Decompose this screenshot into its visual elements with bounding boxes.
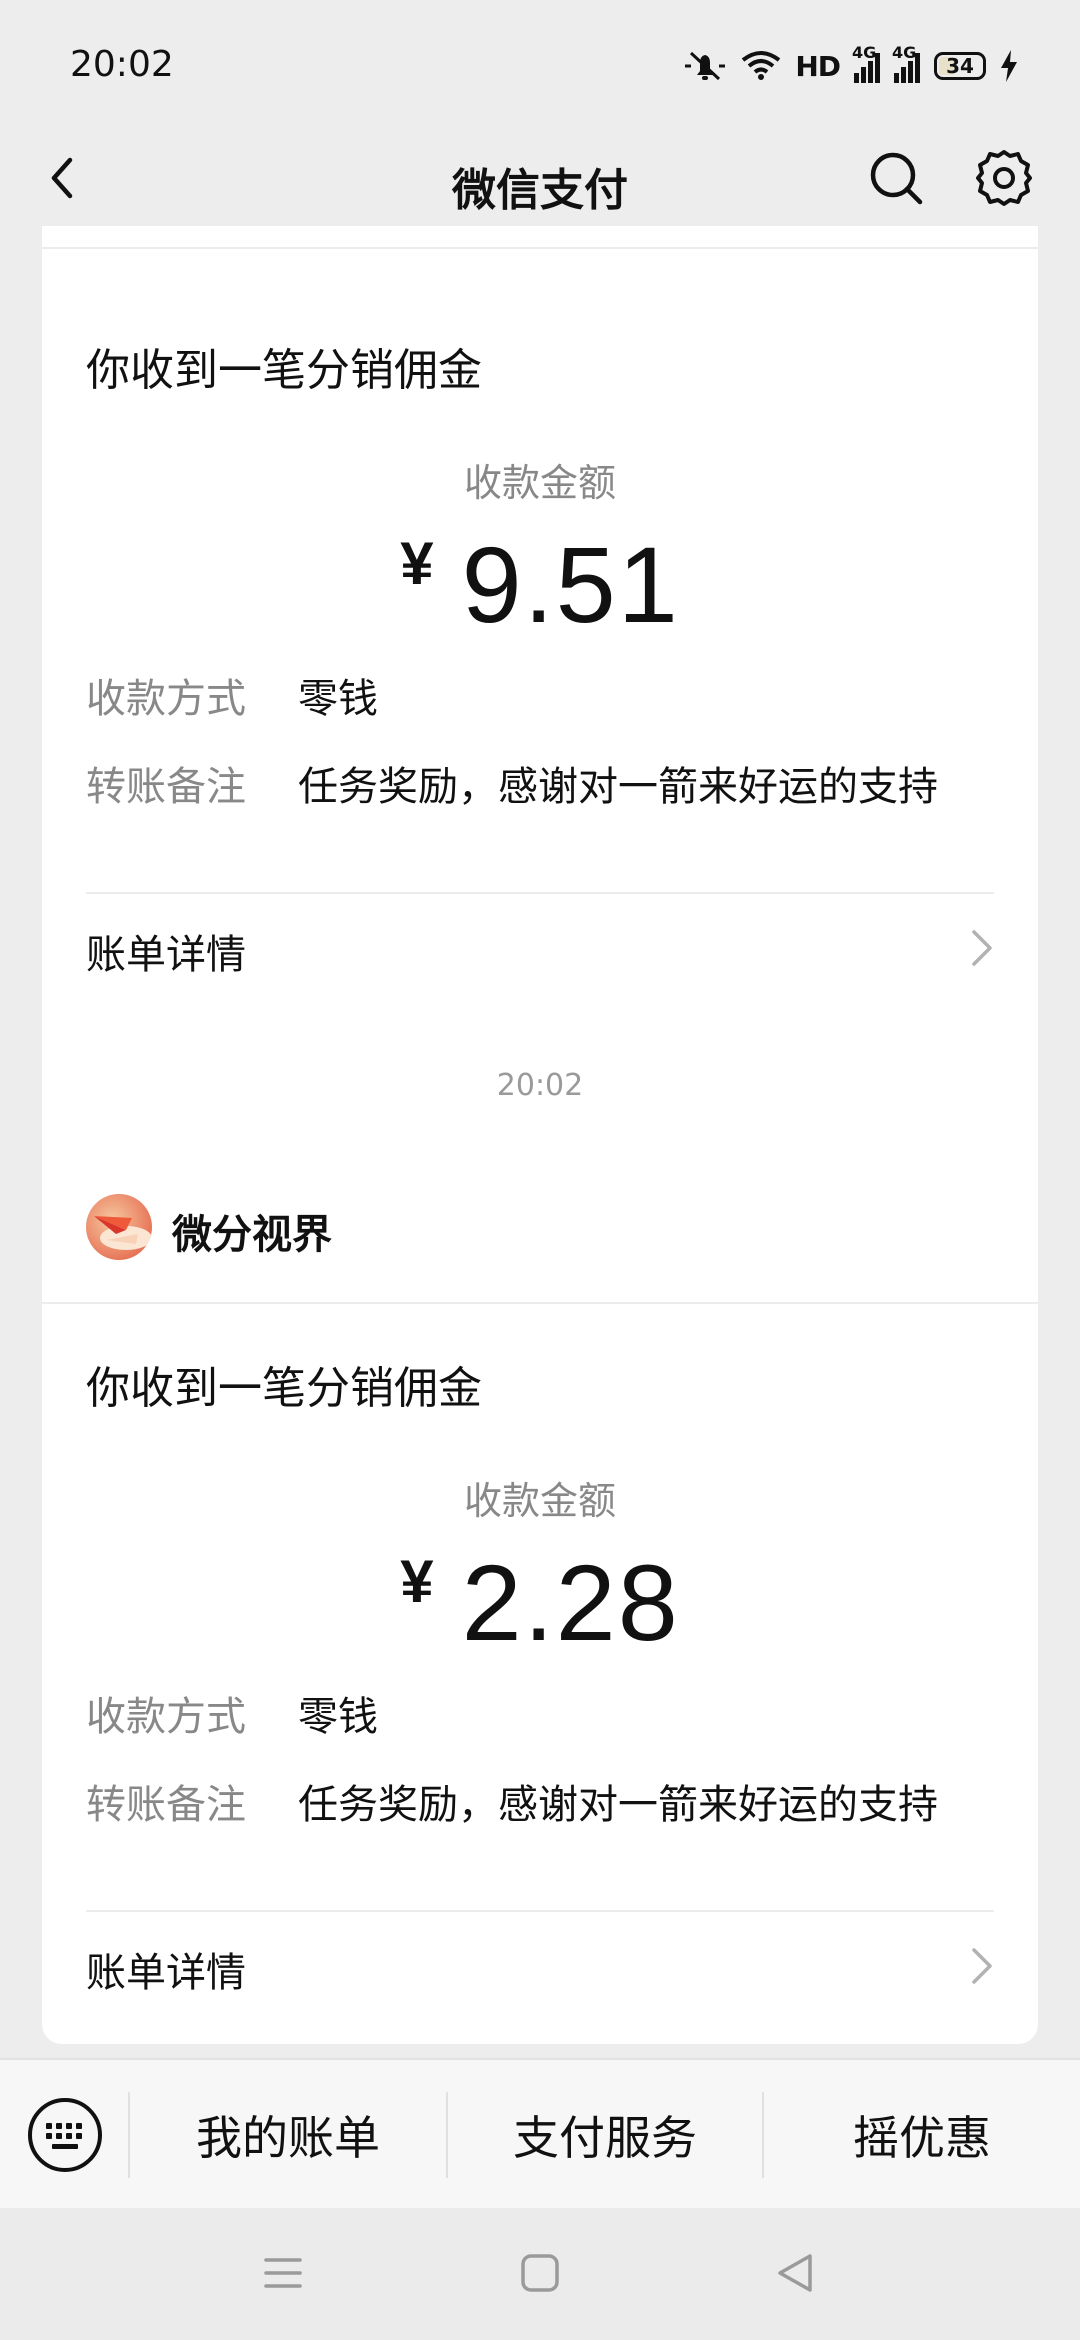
currency-symbol: ¥ xyxy=(400,1548,434,1615)
notice-title: 你收到一笔分销佣金 xyxy=(86,1363,482,1414)
amount-label: 收款金额 xyxy=(463,1479,616,1523)
gear-icon[interactable] xyxy=(974,148,1034,208)
chevron-right-icon xyxy=(972,1948,992,1984)
status-time: 20:02 xyxy=(70,44,174,85)
payment-method-key: 收款方式 xyxy=(86,1694,246,1740)
chevron-right-icon xyxy=(972,930,992,966)
payment-method-key: 收款方式 xyxy=(86,676,246,722)
amount-label: 收款金额 xyxy=(463,461,616,505)
merchant-avatar xyxy=(86,1194,152,1260)
bottom-menu: 我的账单 支付服务 摇优惠 xyxy=(0,2058,1080,2208)
bill-detail-link[interactable]: 账单详情 xyxy=(86,1912,994,2022)
status-bar: 20:02 HD 4G 4G 34 xyxy=(0,0,1080,130)
bill-detail-label: 账单详情 xyxy=(86,1950,246,1996)
menu-item-shake-offers[interactable]: 摇优惠 xyxy=(764,2060,1080,2210)
transfer-note-value: 任务奖励，感谢对一箭来好运的支持 xyxy=(298,1782,938,1828)
signal-icon-1: 4G xyxy=(852,43,880,83)
amount-value: ¥2.28 xyxy=(42,1540,1038,1665)
transfer-note-key: 转账备注 xyxy=(86,1782,246,1828)
menu-item-my-bills[interactable]: 我的账单 xyxy=(130,2060,446,2210)
bill-detail-link[interactable]: 账单详情 xyxy=(86,894,994,1004)
transfer-note-key: 转账备注 xyxy=(86,764,246,810)
system-navigation-bar xyxy=(0,2208,1080,2340)
back-triangle-icon[interactable] xyxy=(774,2252,816,2294)
payment-method-value: 零钱 xyxy=(298,1694,378,1740)
message-timestamp: 20:02 xyxy=(496,1068,584,1103)
hd-label: HD xyxy=(795,49,841,83)
bill-detail-label: 账单详情 xyxy=(86,932,246,978)
notice-title: 你收到一笔分销佣金 xyxy=(86,345,482,396)
keyboard-icon[interactable] xyxy=(26,2096,104,2174)
amount-number: 9.51 xyxy=(461,524,680,645)
nav-bar: 微信支付 xyxy=(0,130,1080,226)
currency-symbol: ¥ xyxy=(400,530,434,597)
menu-icon[interactable] xyxy=(262,2252,304,2294)
payment-method-value: 零钱 xyxy=(298,676,378,722)
amount-number: 2.28 xyxy=(461,1542,680,1663)
transfer-note-value: 任务奖励，感谢对一箭来好运的支持 xyxy=(298,764,938,810)
message-list[interactable]: 你收到一笔分销佣金 收款金额 ¥9.51 收款方式 零钱 转账备注 任务奖励，感… xyxy=(0,226,1080,2058)
amount-value: ¥9.51 xyxy=(42,522,1038,647)
merchant-header[interactable]: 微分视界 xyxy=(42,1152,1038,1302)
payment-card: 微分视界 你收到一笔分销佣金 收款金额 ¥2.28 收款方式 零钱 转账备注 任… xyxy=(42,1152,1038,2044)
search-icon[interactable] xyxy=(866,148,926,208)
payment-card: 你收到一笔分销佣金 收款金额 ¥9.51 收款方式 零钱 转账备注 任务奖励，感… xyxy=(42,226,1038,1204)
menu-item-payment-services[interactable]: 支付服务 xyxy=(448,2060,762,2210)
card-divider xyxy=(42,247,1038,249)
mute-bell-icon xyxy=(685,51,726,81)
status-icons: HD 4G 4G 34 xyxy=(683,43,1018,86)
merchant-name: 微分视界 xyxy=(172,1212,332,1258)
battery-icon: 34 xyxy=(934,52,986,80)
charging-icon xyxy=(1001,50,1017,82)
wifi-icon xyxy=(742,51,781,80)
card-divider xyxy=(42,1302,1038,1304)
home-icon[interactable] xyxy=(519,2252,561,2294)
signal-icon-2: 4G xyxy=(892,43,920,83)
